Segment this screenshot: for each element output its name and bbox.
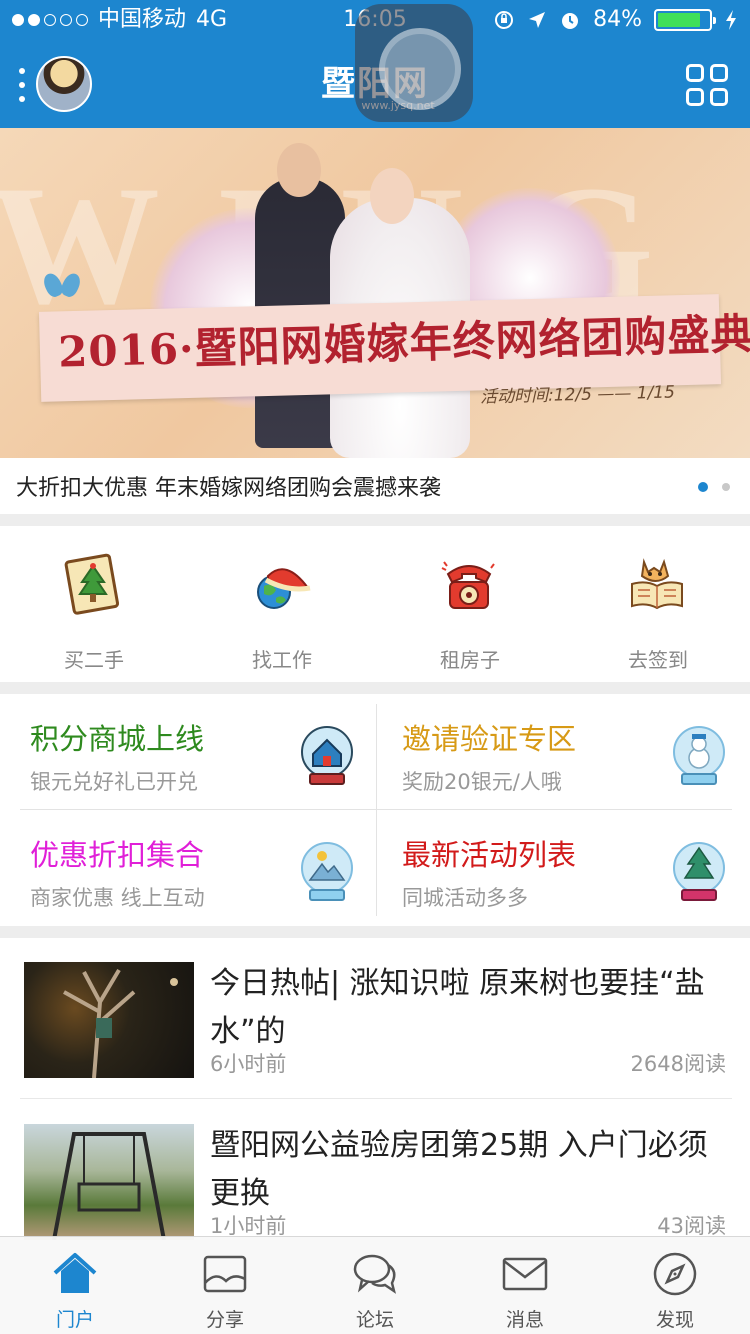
app-screen: 中国移动 4G 16:05 84% 暨阳网 www.jysq.net W I N… bbox=[0, 0, 750, 1334]
tab-label: 门户 bbox=[55, 1309, 94, 1331]
battery-level bbox=[658, 13, 700, 27]
rotation-lock-icon bbox=[495, 11, 514, 29]
cat-book-icon bbox=[631, 558, 683, 610]
tab-label: 分享 bbox=[205, 1309, 244, 1331]
status-right: 84% bbox=[493, 0, 738, 40]
tab-share[interactable]: 分享 bbox=[150, 1237, 300, 1334]
quick-link-label: 租房子 bbox=[440, 648, 500, 672]
grid-divider bbox=[376, 704, 377, 916]
garden-swing-image bbox=[52, 1132, 166, 1240]
quick-link-secondhand[interactable]: 买二手 bbox=[0, 526, 188, 682]
battery-percent: 84% bbox=[593, 7, 642, 32]
battery-icon bbox=[654, 9, 716, 31]
groom-head bbox=[277, 143, 321, 197]
promo-events[interactable]: 最新活动列表 同城活动多多 bbox=[392, 816, 748, 922]
quick-link-checkin[interactable]: 去签到 bbox=[564, 526, 750, 682]
home-icon bbox=[53, 1253, 97, 1293]
promo-points-mall[interactable]: 积分商城上线 银元兑好礼已开兑 bbox=[20, 700, 376, 806]
quick-link-label: 找工作 bbox=[252, 648, 312, 672]
tab-discover[interactable]: 发现 bbox=[600, 1237, 750, 1334]
promo-banner[interactable]: W I N G 2016·暨阳网婚嫁年终网络团购盛典 活动时间:12/5 —— … bbox=[0, 128, 750, 458]
charging-bolt-icon bbox=[726, 10, 736, 30]
snowglobe-tree-icon bbox=[673, 842, 725, 901]
tab-label: 论坛 bbox=[355, 1309, 394, 1331]
quick-link-rent[interactable]: 租房子 bbox=[376, 526, 564, 682]
promo-subtitle: 商家优惠 线上互动 bbox=[30, 886, 205, 910]
grid-divider bbox=[20, 809, 732, 810]
envelope-icon bbox=[502, 1257, 548, 1291]
quick-link-jobs[interactable]: 找工作 bbox=[188, 526, 376, 682]
snowglobe-house-icon bbox=[301, 726, 353, 785]
tree-night-image bbox=[63, 968, 178, 1078]
tab-portal[interactable]: 门户 bbox=[0, 1237, 150, 1334]
wedding-couple-image bbox=[215, 138, 470, 458]
promo-subtitle: 奖励20银元/人哦 bbox=[402, 770, 562, 794]
promo-title: 优惠折扣集合 bbox=[30, 838, 205, 872]
news-time: 6小时前 bbox=[210, 1052, 287, 1076]
pager-dot-active[interactable] bbox=[698, 482, 708, 492]
tab-label: 消息 bbox=[505, 1309, 544, 1331]
tab-forum[interactable]: 论坛 bbox=[300, 1237, 450, 1334]
bottom-tab-bar: 门户 分享 论坛 消息 发现 bbox=[0, 1236, 750, 1334]
tab-messages[interactable]: 消息 bbox=[450, 1237, 600, 1334]
snowglobe-mountain-icon bbox=[301, 842, 353, 901]
promo-title: 邀请验证专区 bbox=[402, 722, 577, 756]
news-title: 暨阳网公益验房团第25期 入户门必须更换 bbox=[210, 1128, 708, 1211]
butterfly-icon bbox=[45, 273, 79, 299]
alarm-icon bbox=[562, 13, 579, 29]
banner-caption-text: 大折扣大优惠 年末婚嫁网络团购会震撼来袭 bbox=[16, 476, 441, 501]
promo-invite[interactable]: 邀请验证专区 奖励20银元/人哦 bbox=[392, 700, 748, 806]
globe-hat-icon bbox=[257, 568, 311, 609]
promo-title: 积分商城上线 bbox=[30, 722, 205, 756]
banner-date: 活动时间:12/5 —— 1/15 bbox=[479, 382, 676, 408]
list-divider bbox=[20, 1098, 732, 1099]
promo-discounts[interactable]: 优惠折扣集合 商家优惠 线上互动 bbox=[20, 816, 376, 922]
assistive-touch-button[interactable] bbox=[355, 4, 473, 122]
promo-subtitle: 银元兑好礼已开兑 bbox=[30, 770, 198, 794]
banner-pager[interactable] bbox=[698, 482, 730, 492]
list-item[interactable]: 今日热帖| 涨知识啦 原来树也要挂“盐水”的 6小时前 2648阅读 bbox=[0, 938, 750, 1100]
picture-icon bbox=[203, 1255, 247, 1293]
pager-dot[interactable] bbox=[722, 483, 730, 491]
news-read-count: 2648阅读 bbox=[630, 1052, 726, 1076]
promo-grid: 积分商城上线 银元兑好礼已开兑 邀请验证专区 奖励20银元/人哦 优惠折扣集合 … bbox=[0, 694, 750, 926]
app-grid-icon[interactable] bbox=[686, 64, 728, 106]
promo-subtitle: 同城活动多多 bbox=[402, 886, 528, 910]
secondhand-tree-card-icon bbox=[64, 553, 120, 615]
tab-label: 发现 bbox=[655, 1309, 694, 1331]
news-thumbnail bbox=[24, 962, 194, 1078]
quick-link-label: 买二手 bbox=[64, 648, 124, 672]
quick-link-label: 去签到 bbox=[628, 648, 688, 672]
promo-title: 最新活动列表 bbox=[402, 838, 577, 872]
quick-links: 买二手 找工作 租房子 去签到 bbox=[0, 526, 750, 682]
telephone-icon bbox=[441, 561, 495, 609]
snowglobe-snowman-icon bbox=[673, 726, 725, 785]
chat-bubbles-icon bbox=[353, 1254, 396, 1294]
compass-icon bbox=[653, 1252, 697, 1296]
location-arrow-icon bbox=[529, 12, 546, 28]
banner-caption[interactable]: 大折扣大优惠 年末婚嫁网络团购会震撼来袭 bbox=[0, 458, 750, 514]
bride-head bbox=[370, 168, 414, 224]
news-title: 今日热帖| 涨知识啦 原来树也要挂“盐水”的 bbox=[210, 966, 705, 1049]
news-thumbnail bbox=[24, 1124, 194, 1240]
top-header: 中国移动 4G 16:05 84% 暨阳网 www.jysq.net bbox=[0, 0, 750, 128]
